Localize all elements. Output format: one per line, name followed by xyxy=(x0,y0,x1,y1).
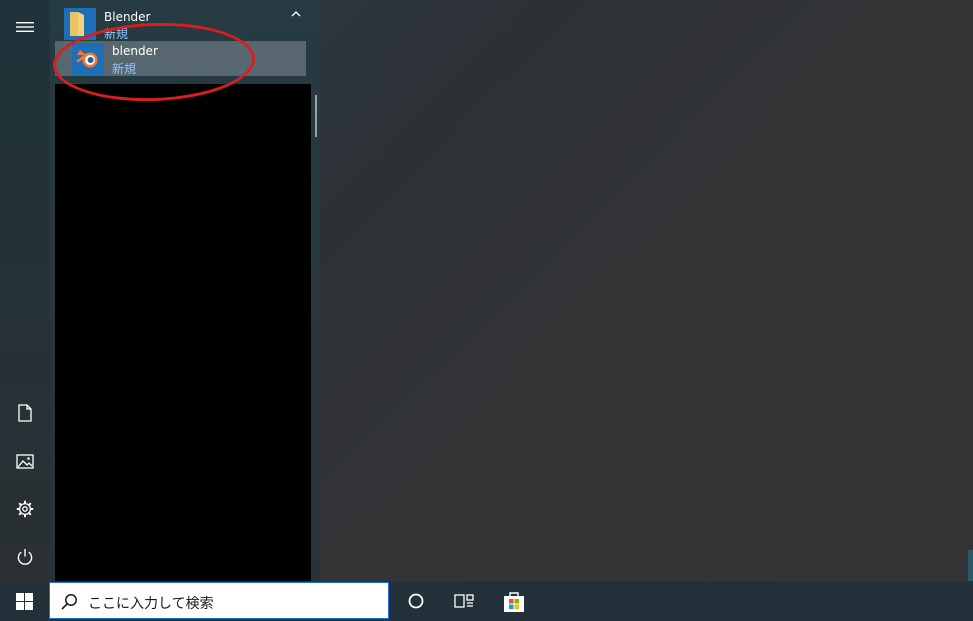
cortana-icon xyxy=(408,593,424,609)
search-icon xyxy=(61,594,77,610)
documents-button[interactable] xyxy=(0,389,50,437)
taskbar: ここに入力して検索 xyxy=(0,581,973,621)
start-button[interactable] xyxy=(0,581,48,621)
document-icon xyxy=(18,404,32,422)
windows-logo-icon xyxy=(15,592,33,610)
hamburger-icon xyxy=(16,22,34,32)
search-placeholder: ここに入力して検索 xyxy=(88,596,214,612)
search-input[interactable]: ここに入力して検索 xyxy=(49,582,389,619)
picture-icon xyxy=(16,453,34,469)
cortana-button[interactable] xyxy=(392,581,440,621)
chevron-up-icon xyxy=(291,11,301,17)
gear-icon xyxy=(16,500,34,518)
expand-menu-button[interactable] xyxy=(0,3,50,51)
settings-button[interactable] xyxy=(0,485,50,533)
redacted-app-list xyxy=(55,84,311,581)
task-view-icon xyxy=(454,594,474,608)
pictures-button[interactable] xyxy=(0,437,50,485)
power-icon xyxy=(17,549,33,565)
collapse-button[interactable] xyxy=(288,6,304,22)
start-menu-rail xyxy=(0,0,50,581)
desktop-edge xyxy=(968,550,973,581)
power-button[interactable] xyxy=(0,533,50,581)
task-view-button[interactable] xyxy=(440,581,488,621)
scrollbar[interactable] xyxy=(315,95,317,137)
store-icon xyxy=(504,592,524,612)
folder-name: Blender xyxy=(104,10,151,24)
store-button[interactable] xyxy=(490,581,538,621)
